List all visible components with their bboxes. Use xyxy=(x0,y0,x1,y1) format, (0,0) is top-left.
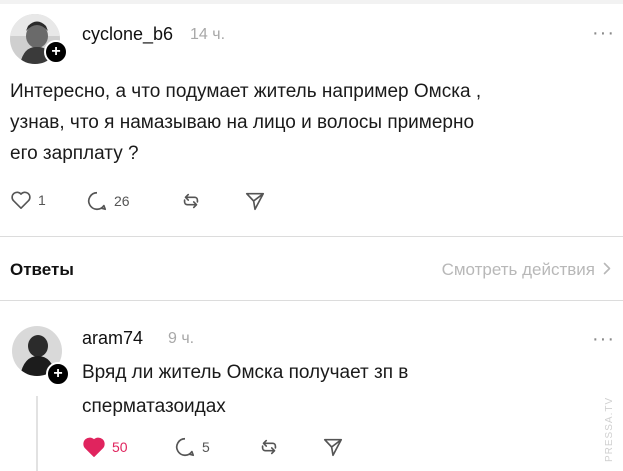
post-text: Интересно, а что подумает житель наприме… xyxy=(10,76,610,169)
watermark: PRESSA.TV xyxy=(604,396,615,462)
post-like-count: 1 xyxy=(38,192,46,208)
reply-text-line: сперматазоидах xyxy=(82,396,226,417)
post-comment-button[interactable]: 26 xyxy=(86,190,130,212)
reply-comment-button[interactable]: 5 xyxy=(174,436,210,458)
reply-repost-button[interactable] xyxy=(258,436,280,458)
reply-text: Вряд ли житель Омска получает зп в сперм… xyxy=(82,356,582,424)
send-icon xyxy=(322,436,344,458)
post-follow-plus-icon[interactable]: + xyxy=(44,40,68,64)
reply-more-icon[interactable]: ··· xyxy=(592,329,615,349)
chevron-right-icon xyxy=(603,260,611,280)
repost-icon xyxy=(258,436,280,458)
replies-title[interactable]: Ответы xyxy=(10,260,74,280)
divider xyxy=(0,300,623,301)
divider xyxy=(0,236,623,237)
heart-filled-icon xyxy=(82,436,106,458)
reply-share-button[interactable] xyxy=(322,436,344,458)
post-text-line: Интересно, а что подумает житель наприме… xyxy=(10,81,482,102)
reply-username[interactable]: aram74 xyxy=(82,328,143,349)
reply-time: 9 ч. xyxy=(168,330,195,347)
reply-follow-plus-icon[interactable]: + xyxy=(46,362,70,386)
see-actions-label: Смотреть действия xyxy=(441,260,595,279)
post-repost-button[interactable] xyxy=(180,190,202,212)
reply-like-count: 50 xyxy=(112,439,128,455)
thread-line xyxy=(36,396,38,471)
post-text-line: узнав, что я намазываю на лицо и волосы … xyxy=(10,112,475,133)
post-like-button[interactable]: 1 xyxy=(10,190,46,210)
comment-icon xyxy=(86,190,108,212)
post-more-icon[interactable]: ··· xyxy=(592,23,615,43)
post-username[interactable]: cyclone_b6 xyxy=(82,24,173,45)
post-comment-count: 26 xyxy=(114,193,130,209)
top-edge-strip xyxy=(0,0,623,4)
reply-like-button[interactable]: 50 xyxy=(82,436,128,458)
post-time: 14 ч. xyxy=(190,26,226,43)
heart-icon xyxy=(10,190,32,210)
comment-icon xyxy=(174,436,196,458)
send-icon xyxy=(244,190,266,212)
post-text-line: его зарплату ? xyxy=(10,143,139,164)
post-share-button[interactable] xyxy=(244,190,266,212)
reply-comment-count: 5 xyxy=(202,439,210,455)
reply-text-line: Вряд ли житель Омска получает зп в xyxy=(82,362,409,383)
see-actions-link[interactable]: Смотреть действия xyxy=(442,260,611,280)
repost-icon xyxy=(180,190,202,212)
